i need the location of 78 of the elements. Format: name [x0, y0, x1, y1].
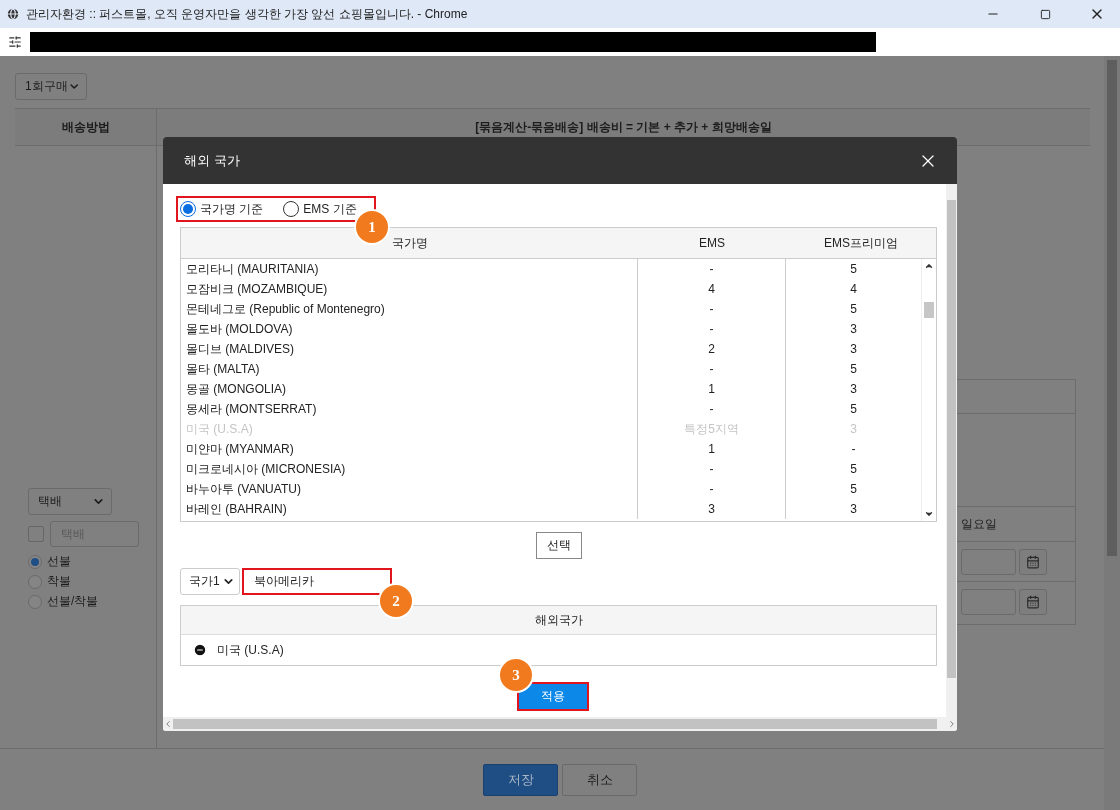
scroll-up-icon[interactable]	[924, 261, 934, 271]
save-button[interactable]: 저장	[483, 763, 558, 796]
cancel-button[interactable]: 취소	[562, 763, 637, 796]
premium-cell-text: 3	[849, 341, 858, 358]
calendar-button[interactable]	[1019, 548, 1047, 575]
scroll-left-icon[interactable]	[163, 719, 173, 729]
group-name-field[interactable]: 북아메리카	[242, 568, 392, 595]
horizontal-scrollbar[interactable]	[173, 719, 937, 729]
site-settings-icon[interactable]	[8, 35, 22, 49]
ems-cell: -	[638, 259, 786, 279]
weekday-label: 일요일	[961, 515, 997, 533]
country-name[interactable]: 몰타 (MALTA)	[181, 359, 638, 379]
payment-radio[interactable]: 착불	[28, 573, 156, 590]
ems-cell: 4	[638, 279, 786, 299]
sort-radio[interactable]: EMS 기준	[283, 200, 357, 218]
premium-cell-text: -	[850, 441, 857, 458]
shipping-select[interactable]: 택배	[28, 488, 112, 515]
ems-cell: -	[638, 359, 786, 379]
country-name[interactable]: 바누아투 (VANUATU)	[181, 479, 638, 499]
ems-cell: -	[638, 299, 786, 319]
premium-cell-text: 3	[849, 501, 858, 518]
scroll-down-icon[interactable]	[924, 509, 934, 519]
ems-cell: -	[638, 459, 786, 479]
calendar-button[interactable]	[1019, 589, 1047, 615]
scroll-right-icon[interactable]	[947, 719, 957, 729]
premium-cell-text: 3	[849, 381, 858, 398]
purchase-select[interactable]: 1회구매	[15, 73, 87, 100]
dialog-title: 해외 국가	[184, 151, 240, 170]
country-name[interactable]: 몰디브 (MALDIVES)	[181, 339, 638, 359]
country-name[interactable]: 몽세라 (MONTSERRAT)	[181, 399, 638, 419]
column-header: 해외국가	[181, 606, 936, 635]
country-name[interactable]: 모잠비크 (MOZAMBIQUE)	[181, 279, 638, 299]
step-badge: 3	[498, 657, 534, 693]
country-name[interactable]: 미크로네시아 (MICRONESIA)	[181, 459, 638, 479]
apply-button[interactable]: 적용	[516, 682, 589, 711]
premium-cell-text: 5	[849, 261, 858, 278]
premium-cell-text: 3	[849, 421, 858, 438]
payment-radio[interactable]: 선불	[28, 553, 156, 570]
maximize-icon	[1039, 8, 1051, 20]
ems-cell: 특정5지역	[638, 419, 786, 439]
premium-cell-text: 5	[849, 301, 858, 318]
premium-cell-text: 4	[849, 281, 858, 298]
country-name[interactable]: 몰도바 (MOLDOVA)	[181, 319, 638, 339]
remove-icon[interactable]	[193, 643, 207, 657]
column-header: EMS프리미엄	[823, 234, 899, 252]
ems-cell: -	[638, 319, 786, 339]
selected-country: 미국 (U.S.A)	[217, 641, 284, 659]
column-header: EMS	[698, 236, 726, 250]
country-name[interactable]: 몬테네그로 (Republic of Montenegro)	[181, 299, 638, 319]
premium-cell-text: 5	[849, 461, 858, 478]
premium-cell-text: 3	[849, 321, 858, 338]
checkbox[interactable]	[28, 526, 44, 542]
column-header: 배송방법	[15, 109, 157, 146]
ems-cell: 1	[638, 379, 786, 399]
premium-cell-text: 5	[849, 401, 858, 418]
group-select[interactable]: 국가1	[180, 568, 240, 595]
calendar-icon	[1026, 595, 1040, 609]
country-name[interactable]: 바레인 (BAHRAIN)	[181, 499, 638, 519]
calendar-icon	[1026, 554, 1040, 569]
ems-cell: 2	[638, 339, 786, 359]
column-header: 국가명	[390, 234, 429, 252]
list-scrollbar[interactable]	[924, 302, 934, 318]
select-button[interactable]: 선택	[535, 532, 582, 559]
globe-icon	[6, 7, 20, 21]
country-name[interactable]: 미얀마 (MYANMAR)	[181, 439, 638, 459]
country-name[interactable]: 몽골 (MONGOLIA)	[181, 379, 638, 399]
payment-radio[interactable]: 선불/착불	[28, 593, 156, 610]
dialog-scrollbar[interactable]	[947, 200, 956, 678]
premium-cell-text: 5	[849, 481, 858, 498]
ems-cell: -	[638, 399, 786, 419]
premium-cell-text: 5	[849, 361, 858, 378]
window-title: 관리자환경 :: 퍼스트몰, 오직 운영자만을 생각한 가장 앞선 쇼핑몰입니다. - Chrome	[26, 5, 469, 23]
ems-cell: -	[638, 479, 786, 499]
ems-cell: 1	[638, 439, 786, 459]
sort-radio[interactable]: 국가명 기준	[180, 200, 264, 218]
ems-cell: 3	[638, 499, 786, 519]
country-name[interactable]: 모리타니 (MAURITANIA)	[181, 259, 638, 279]
page-scrollbar[interactable]	[1107, 60, 1117, 556]
